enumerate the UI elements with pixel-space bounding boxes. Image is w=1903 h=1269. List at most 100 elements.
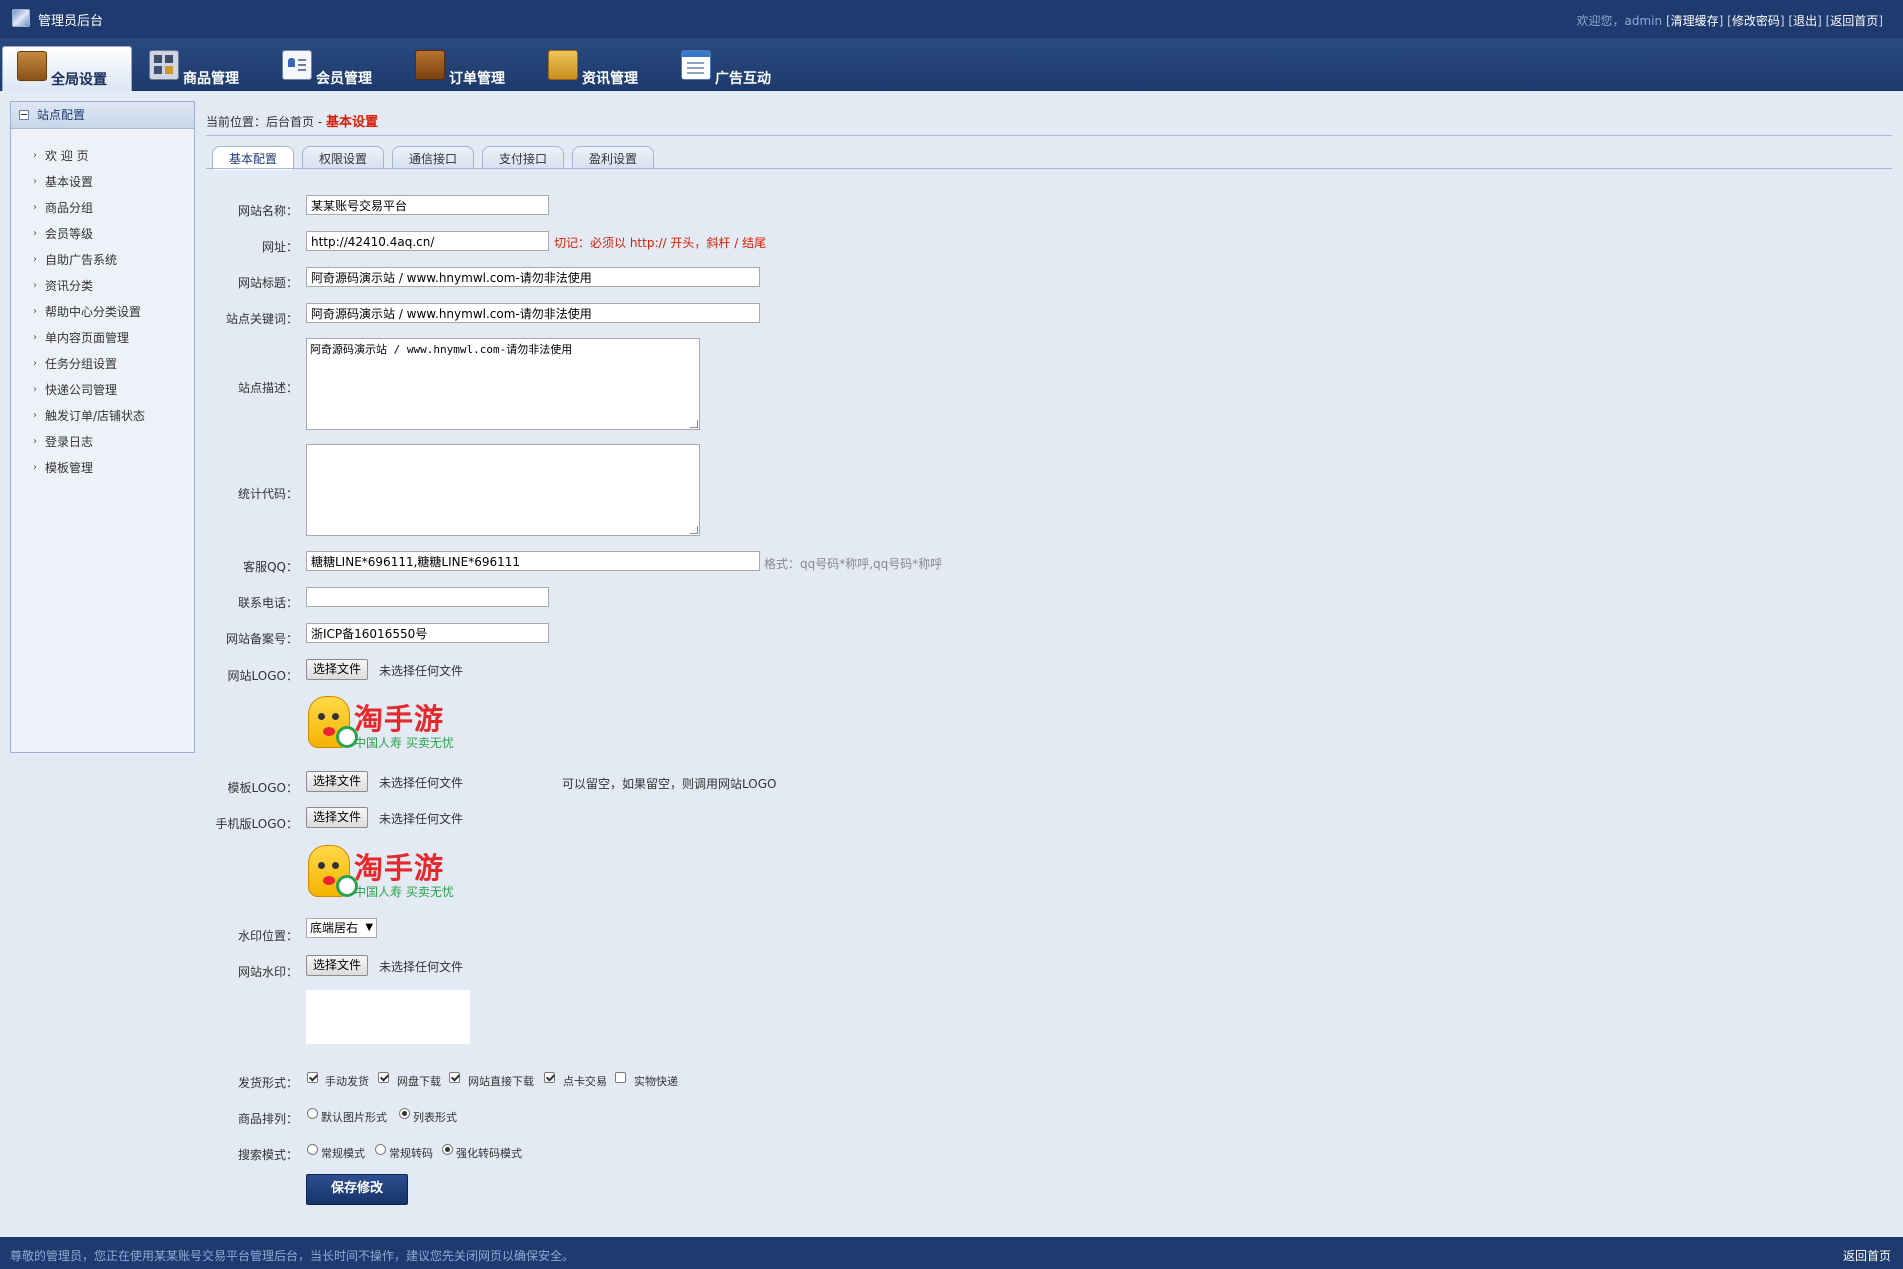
sidebar-item-task-groups[interactable]: › 任务分组设置 <box>11 351 194 377</box>
nav-tab-label: 商品管理 <box>183 71 239 87</box>
sidebar-item-basic-settings[interactable]: › 基本设置 <box>11 169 194 195</box>
clear-cache-link[interactable]: 清理缓存 <box>1671 14 1719 28</box>
chevron-right-icon: › <box>33 228 37 239</box>
sidebar-item-login-logs[interactable]: › 登录日志 <box>11 429 194 455</box>
site-name-input[interactable]: 某某账号交易平台 <box>306 195 549 215</box>
chevron-right-icon: › <box>33 436 37 447</box>
template-logo-file-button[interactable]: 选择文件 <box>306 771 369 792</box>
checkbox-direct-download[interactable] <box>449 1072 460 1083</box>
sidebar-item-product-groups[interactable]: › 商品分组 <box>11 195 194 221</box>
description-textarea[interactable]: 阿奇源码演示站 / www.hnymwl.com-请勿非法使用 <box>306 338 700 430</box>
sidebar-item-welcome[interactable]: › 欢 迎 页 <box>11 143 194 169</box>
resize-grip-icon[interactable] <box>690 420 698 428</box>
product-sort-label: 商品排列： <box>237 1112 298 1126</box>
sidebar-item-member-levels[interactable]: › 会员等级 <box>11 221 194 247</box>
nav-tab-orders[interactable]: 订单管理 <box>401 46 529 90</box>
nav-tab-products[interactable]: 商品管理 <box>135 46 263 90</box>
watermark-position-value: 底端居右 <box>310 921 359 935</box>
nav-tab-members[interactable]: 会员管理 <box>268 46 396 90</box>
radio-list-layout[interactable] <box>399 1108 410 1119</box>
watermark-label: 网站水印： <box>237 965 298 979</box>
checkbox-card-trade[interactable] <box>544 1072 555 1083</box>
watermark-position-select[interactable]: 底端居右 ▼ <box>306 918 378 938</box>
tab-communication[interactable]: 通信接口 <box>392 146 474 169</box>
physical-express-label: 实物快递 <box>634 1075 678 1088</box>
app-title: 管理员后台 <box>38 14 104 29</box>
tab-profit[interactable]: 盈利设置 <box>572 146 654 169</box>
site-title-input[interactable]: 阿奇源码演示站 / www.hnymwl.com-请勿非法使用 <box>306 267 760 287</box>
sidebar-item-label: 帮助中心分类设置 <box>45 305 142 319</box>
site-url-input[interactable]: http://42410.4aq.cn/ <box>306 231 549 251</box>
qq-input[interactable]: 糖糖LINE*696111,糖糖LINE*696111 <box>306 551 760 571</box>
mobile-logo-file-button[interactable]: 选择文件 <box>306 807 369 828</box>
keywords-input[interactable]: 阿奇源码演示站 / www.hnymwl.com-请勿非法使用 <box>306 303 760 323</box>
nav-tab-ads[interactable]: 广告互动 <box>667 46 795 90</box>
logo-slogan-text: 中国人寿 买卖无忧 <box>354 736 454 750</box>
phone-input[interactable] <box>306 587 549 607</box>
watermark-file-button[interactable]: 选择文件 <box>306 955 369 976</box>
sidebar-item-label: 资讯分类 <box>45 279 94 293</box>
sidebar-item-label: 基本设置 <box>45 175 94 189</box>
sidebar-item-help-categories[interactable]: › 帮助中心分类设置 <box>11 299 194 325</box>
chevron-right-icon: › <box>33 384 37 395</box>
nav-tab-news[interactable]: 资讯管理 <box>534 46 662 90</box>
site-title-label: 网站标题： <box>237 276 298 290</box>
nav-tab-label: 资讯管理 <box>582 71 638 87</box>
sidebar-header[interactable]: 站点配置 <box>11 102 194 129</box>
sidebar-item-news-categories[interactable]: › 资讯分类 <box>11 273 194 299</box>
breadcrumb-home-link[interactable]: 后台首页 <box>266 115 314 129</box>
logout-link[interactable]: 退出 <box>1793 14 1817 28</box>
netdisk-download-label: 网盘下载 <box>397 1075 441 1088</box>
tab-basic-config[interactable]: 基本配置 <box>212 146 294 170</box>
sidebar-item-label: 商品分组 <box>45 201 94 215</box>
watermark-position-label: 水印位置： <box>237 929 298 943</box>
tab-payment[interactable]: 支付接口 <box>482 146 564 169</box>
checkbox-netdisk-download[interactable] <box>378 1072 389 1083</box>
description-label: 站点描述： <box>237 381 298 395</box>
icp-label: 网站备案号： <box>225 632 298 646</box>
manual-delivery-label: 手动发货 <box>325 1075 369 1088</box>
sidebar-item-self-ads[interactable]: › 自助广告系统 <box>11 247 194 273</box>
site-logo-file-button[interactable]: 选择文件 <box>306 659 369 680</box>
chevron-right-icon: › <box>33 410 37 421</box>
wallet-icon <box>415 50 445 80</box>
watermark-file-status: 未选择任何文件 <box>379 960 464 974</box>
sidebar-item-label: 模板管理 <box>45 461 94 475</box>
template-logo-hint: 可以留空，如果留空，则调用网站LOGO <box>562 777 777 791</box>
watermark-preview <box>306 990 470 1044</box>
image-layout-label: 默认图片形式 <box>321 1111 387 1124</box>
direct-download-label: 网站直接下载 <box>468 1075 534 1088</box>
radio-normal-transcode[interactable] <box>375 1144 386 1155</box>
nav-tab-global-settings[interactable]: 全局设置 <box>2 46 132 91</box>
qq-label: 客服QQ： <box>243 560 298 574</box>
grid-icon <box>149 50 179 80</box>
keywords-label: 站点关键词： <box>225 312 298 326</box>
site-logo-label: 网站LOGO： <box>227 669 298 683</box>
checkbox-physical-express[interactable] <box>615 1072 626 1083</box>
home-link[interactable]: 返回首页 <box>1830 14 1878 28</box>
radio-enhanced-transcode[interactable] <box>442 1144 453 1155</box>
tab-permissions[interactable]: 权限设置 <box>302 146 384 169</box>
chevron-right-icon: › <box>33 306 37 317</box>
checkbox-manual-delivery[interactable] <box>307 1072 318 1083</box>
sidebar-item-label: 欢 迎 页 <box>45 149 89 163</box>
sidebar-item-trigger-status[interactable]: › 触发订单/店铺状态 <box>11 403 194 429</box>
sidebar-item-single-pages[interactable]: › 单内容页面管理 <box>11 325 194 351</box>
resize-grip-icon[interactable] <box>690 526 698 534</box>
footer-home-link[interactable]: 返回首页 <box>1843 1247 1891 1264</box>
save-button[interactable]: 保存修改 <box>306 1174 408 1205</box>
sidebar-item-couriers[interactable]: › 快递公司管理 <box>11 377 194 403</box>
stats-code-textarea[interactable] <box>306 444 700 536</box>
change-password-link[interactable]: 修改密码 <box>1732 14 1780 28</box>
sidebar-item-templates[interactable]: › 模板管理 <box>11 455 194 481</box>
mobile-logo-label: 手机版LOGO： <box>215 817 298 831</box>
radio-normal-mode[interactable] <box>307 1144 318 1155</box>
sidebar-header-label: 站点配置 <box>37 108 86 122</box>
radio-image-layout[interactable] <box>307 1108 318 1119</box>
breadcrumb-prefix: 当前位置： <box>206 115 267 129</box>
main-nav: 全局设置 商品管理 会员管理 订单管理 资讯管理 广告互动 <box>0 38 1903 91</box>
logo-brand-text: 淘手游 <box>354 702 445 736</box>
icp-input[interactable]: 浙ICP备16016550号 <box>306 623 549 643</box>
site-logo-file-status: 未选择任何文件 <box>379 664 464 678</box>
collapse-icon[interactable] <box>19 110 29 120</box>
